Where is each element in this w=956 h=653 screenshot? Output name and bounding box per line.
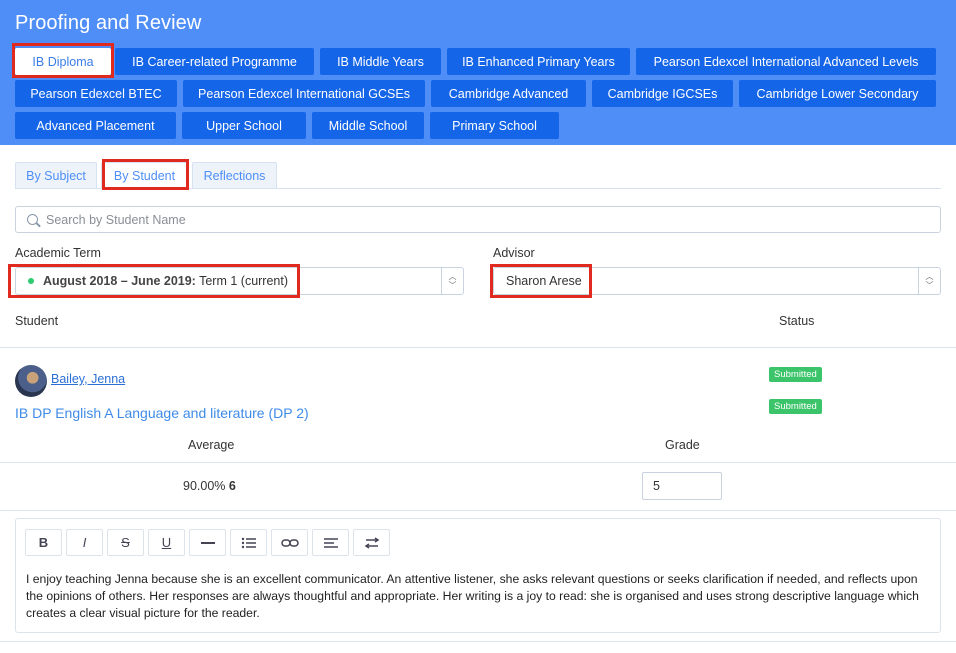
strikethrough-button[interactable]: S xyxy=(107,529,144,556)
column-header-student: Student xyxy=(15,314,59,328)
status-badge: Submitted xyxy=(769,399,822,414)
tab-by-student[interactable]: By Student xyxy=(101,162,188,189)
academic-term-select[interactable]: August 2018 – June 2019: Term 1 (current… xyxy=(15,267,464,295)
programme-button-ib-middle-years[interactable]: IB Middle Years xyxy=(320,48,441,75)
list-icon xyxy=(241,537,256,548)
programme-button-edexcel-gcse[interactable]: Pearson Edexcel International GCSEs xyxy=(183,80,425,107)
select-stepper-icon: ︿ ﹀ xyxy=(441,268,463,294)
select-stepper-icon: ︿ ﹀ xyxy=(918,268,940,294)
swap-arrows-icon xyxy=(364,536,379,549)
programme-button-cambridge-lower-secondary[interactable]: Cambridge Lower Secondary xyxy=(739,80,936,107)
comment-editor[interactable]: B I S U I enjoy teaching Jenna because s… xyxy=(15,518,941,633)
column-header-status: Status xyxy=(779,314,815,328)
programme-button-primary-school[interactable]: Primary School xyxy=(430,112,559,139)
programme-button-advanced-placement[interactable]: Advanced Placement xyxy=(15,112,176,139)
column-header-grade: Grade xyxy=(665,438,700,452)
advisor-label: Advisor xyxy=(493,246,535,260)
link-icon xyxy=(280,538,299,547)
academic-term-value: August 2018 – June 2019: Term 1 (current… xyxy=(28,274,288,288)
programme-button-edexcel-advanced[interactable]: Pearson Edexcel International Advanced L… xyxy=(636,48,936,75)
programme-button-upper-school[interactable]: Upper School xyxy=(182,112,306,139)
align-button[interactable] xyxy=(312,529,349,556)
avatar xyxy=(15,365,47,397)
table-divider xyxy=(0,347,956,348)
student-search[interactable] xyxy=(15,206,941,233)
programme-button-cambridge-igcse[interactable]: Cambridge IGCSEs xyxy=(592,80,733,107)
tabs-divider xyxy=(15,188,941,189)
programme-button-cambridge-advanced[interactable]: Cambridge Advanced xyxy=(431,80,586,107)
programme-button-ib-diploma[interactable]: IB Diploma xyxy=(15,48,111,75)
tab-by-subject[interactable]: By Subject xyxy=(15,162,97,189)
current-term-dot-icon xyxy=(28,277,34,284)
search-icon xyxy=(27,214,38,225)
status-badge: Submitted xyxy=(769,367,822,382)
average-value: 90.00% 6 xyxy=(183,479,236,493)
bottom-divider xyxy=(0,641,956,642)
student-name-link[interactable]: Bailey, Jenna xyxy=(51,372,125,386)
advisor-select[interactable]: Sharon Arese ︿ ﹀ xyxy=(493,267,941,295)
link-button[interactable] xyxy=(271,529,308,556)
align-left-icon xyxy=(323,537,338,548)
grade-input[interactable] xyxy=(642,472,722,500)
subtable-divider xyxy=(0,462,956,463)
italic-button[interactable]: I xyxy=(66,529,103,556)
underline-button[interactable]: U xyxy=(148,529,185,556)
tab-reflections[interactable]: Reflections xyxy=(192,162,277,189)
programme-button-ib-enhanced-primary[interactable]: IB Enhanced Primary Years xyxy=(447,48,630,75)
swap-button[interactable] xyxy=(353,529,390,556)
programme-button-middle-school[interactable]: Middle School xyxy=(312,112,424,139)
horizontal-rule-icon xyxy=(200,541,215,544)
comment-text[interactable]: I enjoy teaching Jenna because she is an… xyxy=(26,571,931,622)
column-header-average: Average xyxy=(188,438,235,452)
page-title: Proofing and Review xyxy=(15,12,202,34)
programme-button-ib-career[interactable]: IB Career-related Programme xyxy=(115,48,314,75)
subject-link[interactable]: IB DP English A Language and literature … xyxy=(15,405,309,421)
academic-term-label: Academic Term xyxy=(15,246,101,260)
row-divider xyxy=(0,510,956,511)
advisor-value: Sharon Arese xyxy=(506,274,582,288)
horizontal-rule-button[interactable] xyxy=(189,529,226,556)
search-input[interactable] xyxy=(46,209,926,230)
programme-button-edexcel-btec[interactable]: Pearson Edexcel BTEC xyxy=(15,80,177,107)
bullet-list-button[interactable] xyxy=(230,529,267,556)
header-bar: Proofing and Review IB Diploma IB Career… xyxy=(0,0,956,145)
bold-button[interactable]: B xyxy=(25,529,62,556)
